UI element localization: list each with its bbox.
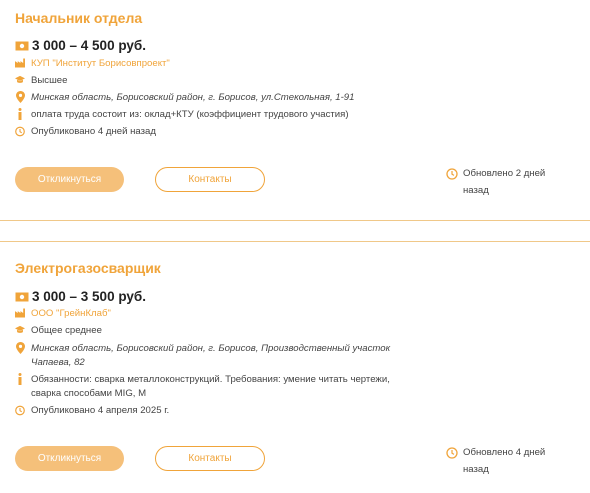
education-row: Общее среднее [15, 324, 401, 338]
vacancy-title[interactable]: Начальник отдела [15, 10, 142, 26]
info-icon [15, 373, 25, 385]
info-row: Обязанности: сварка металлоконструкций. … [15, 373, 401, 401]
clock-icon [446, 447, 458, 459]
published-row: Опубликовано 4 апреля 2025 г. [15, 404, 401, 418]
vacancy-card: Начальник отдела 3 000 – 4 500 руб. КУП … [0, 0, 590, 220]
money-icon [15, 292, 29, 301]
updated-info: Обновлено 2 дней назад [446, 165, 563, 199]
updated-text: Обновлено 4 дней назад [463, 447, 546, 475]
factory-icon [15, 57, 25, 69]
clock-icon [446, 168, 458, 180]
company-link[interactable]: КУП "Институт Борисовпроект" [31, 57, 401, 71]
address-row: Минская область, Борисовский район, г. Б… [15, 342, 401, 370]
apply-button[interactable]: Откликнуться [15, 167, 124, 192]
company-link[interactable]: ООО "ГрейнКлаб" [31, 307, 401, 321]
published-date: Опубликовано 4 дней назад [31, 126, 156, 137]
updated-info: Обновлено 4 дней назад [446, 444, 563, 478]
address: Минская область, Борисовский район, г. Б… [31, 343, 391, 368]
company-row: КУП "Институт Борисовпроект" [15, 57, 401, 71]
vacancy-title[interactable]: Электрогазосварщик [15, 260, 161, 276]
updated-text: Обновлено 2 дней назад [463, 168, 546, 196]
education: Высшее [31, 75, 68, 86]
factory-icon [15, 307, 25, 319]
salary: 3 000 – 4 500 руб. [32, 38, 146, 53]
clock-icon [15, 404, 25, 416]
salary-row: 3 000 – 3 500 руб. [15, 289, 146, 304]
money-icon [15, 41, 29, 50]
divider [0, 220, 590, 221]
education-row: Высшее [15, 74, 401, 88]
education: Общее среднее [31, 325, 102, 336]
contacts-button[interactable]: Контакты [155, 446, 265, 471]
company-row: ООО "ГрейнКлаб" [15, 307, 401, 321]
published-date: Опубликовано 4 апреля 2025 г. [31, 405, 170, 416]
graduation-cap-icon [15, 74, 25, 86]
address-row: Минская область, Борисовский район, г. Б… [15, 91, 401, 105]
contacts-button[interactable]: Контакты [155, 167, 265, 192]
location-pin-icon [15, 91, 25, 103]
clock-icon [15, 125, 25, 137]
published-row: Опубликовано 4 дней назад [15, 125, 401, 139]
location-pin-icon [15, 342, 25, 354]
info-icon [15, 108, 25, 120]
job-info: Обязанности: сварка металлоконструкций. … [31, 374, 390, 399]
apply-button[interactable]: Откликнуться [15, 446, 124, 471]
salary: 3 000 – 3 500 руб. [32, 289, 146, 304]
info-row: оплата труда состоит из: оклад+КТУ (коэф… [15, 108, 401, 122]
job-info: оплата труда состоит из: оклад+КТУ (коэф… [31, 109, 349, 120]
salary-row: 3 000 – 4 500 руб. [15, 38, 146, 53]
graduation-cap-icon [15, 324, 25, 336]
address: Минская область, Борисовский район, г. Б… [31, 92, 355, 103]
vacancy-card: Электрогазосварщик 3 000 – 3 500 руб. ОО… [0, 242, 590, 493]
